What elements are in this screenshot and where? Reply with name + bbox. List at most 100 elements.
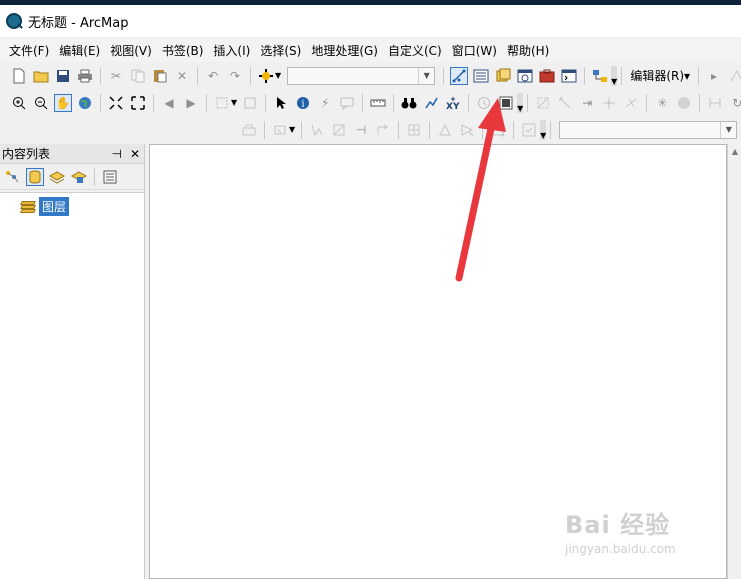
tools-toolbar: ✋ ◀ ▶ ▼ i ⚡ XY ▼ ⇥ ✳ ↻ [0, 90, 741, 115]
sketch-properties-icon[interactable] [436, 121, 454, 139]
topology-icon[interactable] [489, 121, 507, 139]
toolbar-overflow-icon[interactable]: ▼ [517, 92, 524, 113]
fixed-zoom-out-icon[interactable] [129, 94, 147, 112]
list-by-drawing-order-icon[interactable] [4, 168, 22, 186]
search-window-icon[interactable] [516, 67, 534, 85]
close-icon[interactable]: ✕ [130, 147, 140, 161]
map-scale-combo[interactable]: ▼ [287, 66, 436, 85]
add-data-icon[interactable] [257, 67, 275, 85]
zoom-out-icon[interactable] [32, 94, 50, 112]
reshape-icon[interactable] [308, 121, 326, 139]
cut-icon[interactable]: ✂ [107, 67, 125, 85]
toolbar-separator [698, 66, 700, 85]
find-binoculars-icon[interactable] [400, 94, 418, 112]
back-arrow-icon[interactable]: ◀ [160, 94, 178, 112]
print-icon[interactable] [76, 67, 94, 85]
toolbar-separator [513, 120, 515, 139]
find-route-icon[interactable] [422, 94, 440, 112]
menu-help[interactable]: 帮助(H) [502, 42, 554, 59]
python-window-icon[interactable] [560, 67, 578, 85]
validate-icon[interactable] [520, 121, 538, 139]
toolbar-separator [197, 66, 198, 85]
paste-icon[interactable] [151, 67, 169, 85]
toolbar-separator [100, 66, 101, 85]
table-of-contents-icon[interactable] [472, 67, 490, 85]
rotate-icon[interactable] [374, 121, 392, 139]
create-features-icon[interactable] [458, 121, 476, 139]
georeference-icon[interactable] [706, 94, 724, 112]
menu-geoprocessing[interactable]: 地理处理(G) [306, 42, 383, 59]
toolbar-separator [398, 120, 400, 139]
editor-menu-button[interactable]: 编辑器(R)▾ [630, 67, 690, 84]
sphere-icon[interactable] [675, 94, 693, 112]
snapping-edge-icon[interactable] [534, 94, 552, 112]
clear-selection-icon[interactable] [241, 94, 259, 112]
catalog-icon[interactable] [494, 67, 512, 85]
toolbar-separator [265, 93, 267, 112]
pin-icon[interactable]: ⊣ [111, 147, 121, 161]
chevron-down-icon[interactable]: ▼ [418, 67, 434, 84]
attributes-icon[interactable] [405, 121, 423, 139]
refresh-icon[interactable]: ↻ [728, 94, 741, 112]
scroll-up-icon[interactable]: ▲ [728, 144, 741, 158]
menu-view[interactable]: 视图(V) [105, 42, 157, 59]
redo-icon[interactable]: ↷ [226, 67, 244, 85]
open-folder-icon[interactable] [32, 67, 50, 85]
viewer-window-icon[interactable] [497, 94, 515, 112]
pan-hand-icon[interactable]: ✋ [54, 93, 72, 112]
edit-tool-icon[interactable]: ▸ [705, 67, 723, 85]
snapping-midpoint-icon[interactable] [600, 94, 618, 112]
layers-data-frame[interactable]: 图层 [20, 197, 70, 216]
snapping-vertex-icon[interactable] [556, 94, 574, 112]
html-popup-icon[interactable] [338, 94, 356, 112]
chevron-down-icon[interactable]: ▼ [289, 125, 295, 134]
snapping-endpoint-icon[interactable]: ⇥ [578, 94, 596, 112]
table-of-contents-panel: 内容列表 ⊣ ✕ 图层 [0, 144, 145, 579]
cut-polygon-icon[interactable] [330, 121, 348, 139]
split-line-icon[interactable]: ⊣ [352, 121, 370, 139]
go-to-xy-icon[interactable]: XY [444, 94, 462, 112]
sketch-tool-icon[interactable] [727, 67, 741, 85]
measure-icon[interactable] [369, 94, 387, 112]
list-by-visibility-icon[interactable] [48, 168, 66, 186]
undo-icon[interactable]: ↶ [204, 67, 222, 85]
chevron-down-icon[interactable]: ▼ [275, 71, 281, 80]
menu-customize[interactable]: 自定义(C) [383, 42, 447, 59]
editor-toolbar-icon[interactable] [450, 66, 469, 85]
model-builder-icon[interactable] [591, 67, 609, 85]
layer-target-combo[interactable]: ▼ [559, 120, 738, 139]
menu-windows[interactable]: 窗口(W) [447, 42, 502, 59]
toolbar-overflow-icon[interactable]: ▼ [540, 119, 547, 140]
layer-properties-icon[interactable] [240, 121, 258, 139]
select-features-icon[interactable] [213, 94, 231, 112]
time-slider-icon[interactable] [475, 94, 493, 112]
delete-icon[interactable]: ✕ [173, 67, 191, 85]
arctoolbox-icon[interactable] [538, 67, 556, 85]
save-icon[interactable] [54, 67, 72, 85]
fixed-zoom-in-icon[interactable] [107, 94, 125, 112]
menu-bookmarks[interactable]: 书签(B) [157, 42, 209, 59]
hyperlink-icon[interactable]: ⚡ [316, 94, 334, 112]
menu-file[interactable]: 文件(F) [4, 42, 54, 59]
snapping-tangent-icon[interactable] [622, 94, 640, 112]
zoom-in-icon[interactable] [10, 94, 28, 112]
options-list-icon[interactable] [101, 168, 119, 186]
identify-icon[interactable]: i [294, 94, 312, 112]
list-by-source-icon[interactable] [26, 167, 44, 186]
forward-arrow-icon[interactable]: ▶ [182, 94, 200, 112]
select-elements-arrow-icon[interactable] [272, 94, 290, 112]
snapping-options-icon[interactable]: ✳ [653, 94, 671, 112]
menu-selection[interactable]: 选择(S) [255, 42, 306, 59]
toc-tree: 图层 [0, 192, 144, 579]
chevron-down-icon[interactable]: ▼ [231, 98, 237, 107]
layers-label[interactable]: 图层 [39, 197, 70, 216]
new-document-icon[interactable] [10, 67, 28, 85]
copy-icon[interactable] [129, 67, 147, 85]
toolbar-overflow-icon[interactable]: ▼ [611, 65, 618, 86]
edit-vertices-icon[interactable] [271, 121, 289, 139]
menu-edit[interactable]: 编辑(E) [54, 42, 105, 59]
chevron-down-icon[interactable]: ▼ [720, 121, 736, 138]
menu-insert[interactable]: 插入(I) [208, 42, 255, 59]
full-extent-globe-icon[interactable] [76, 94, 94, 112]
list-by-selection-icon[interactable] [70, 168, 88, 186]
